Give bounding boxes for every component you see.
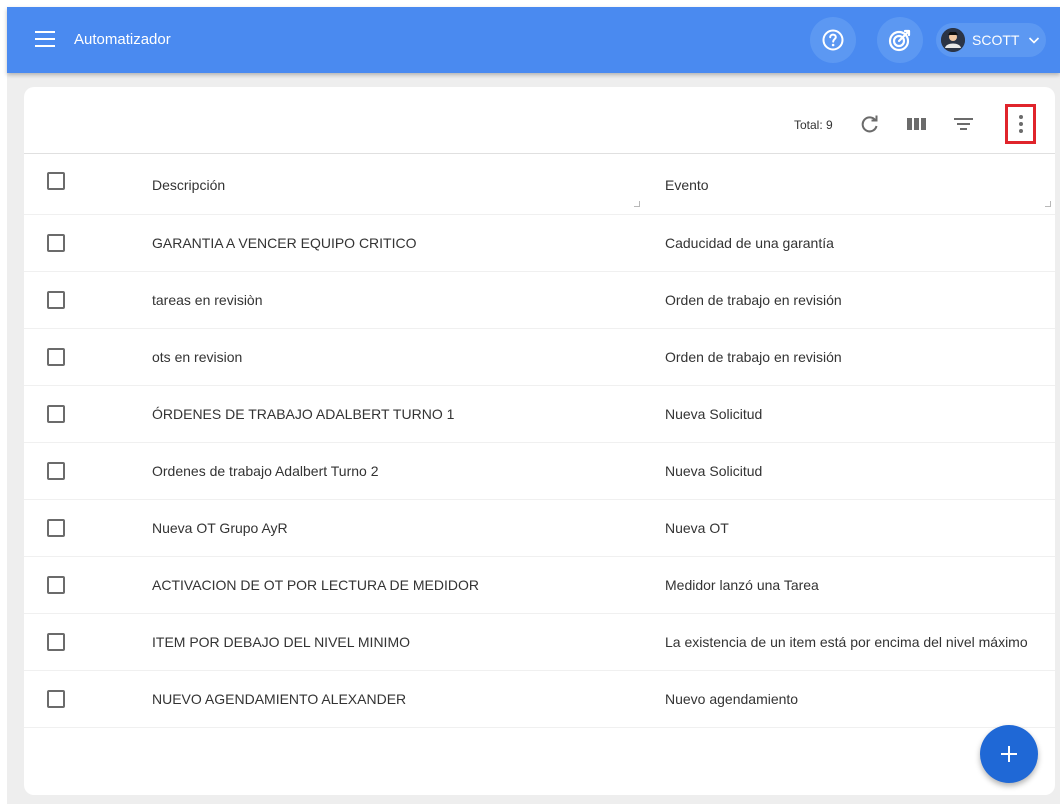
row-description: GARANTIA A VENCER EQUIPO CRITICO	[152, 235, 417, 251]
row-event: Medidor lanzó una Tarea	[665, 577, 819, 593]
row-checkbox[interactable]	[47, 348, 65, 366]
row-description: ÓRDENES DE TRABAJO ADALBERT TURNO 1	[152, 406, 455, 422]
row-description: ACTIVACION DE OT POR LECTURA DE MEDIDOR	[152, 577, 479, 593]
row-event: La existencia de un item está por encima…	[665, 634, 1028, 650]
add-automation-button[interactable]	[980, 725, 1038, 783]
hamburger-menu-icon[interactable]	[35, 31, 55, 47]
table-row[interactable]: GARANTIA A VENCER EQUIPO CRITICO Caducid…	[24, 215, 1055, 272]
columns-button[interactable]	[904, 111, 930, 137]
row-description: ots en revision	[152, 349, 243, 365]
column-resize-handle[interactable]	[1045, 201, 1051, 207]
table-row[interactable]: ÓRDENES DE TRABAJO ADALBERT TURNO 1 Nuev…	[24, 386, 1055, 443]
row-checkbox[interactable]	[47, 405, 65, 423]
help-button[interactable]	[810, 17, 856, 63]
refresh-icon	[861, 115, 878, 133]
row-event: Nueva Solicitud	[665, 463, 763, 479]
goals-button[interactable]	[877, 17, 923, 63]
user-menu-button[interactable]: SCOTT	[936, 23, 1046, 57]
row-checkbox[interactable]	[47, 690, 65, 708]
row-event: Nuevo agendamiento	[665, 691, 799, 707]
table-row[interactable]: ITEM POR DEBAJO DEL NIVEL MINIMO La exis…	[24, 614, 1055, 671]
app-root: Automatizador SCOTT Total: 9 Descripción…	[0, 0, 1060, 804]
filter-icon	[954, 118, 973, 130]
row-checkbox[interactable]	[47, 633, 65, 651]
table-header-row: Descripción Evento	[24, 154, 1055, 215]
total-count: Total: 9	[794, 118, 833, 132]
table-row[interactable]: NUEVO AGENDAMIENTO ALEXANDER Nuevo agend…	[24, 671, 1055, 728]
table-row[interactable]: ots en revision Orden de trabajo en revi…	[24, 329, 1055, 386]
table-toolbar: Total: 9	[24, 87, 1055, 154]
column-header-event[interactable]: Evento	[665, 177, 709, 193]
row-description: NUEVO AGENDAMIENTO ALEXANDER	[152, 691, 407, 707]
refresh-button[interactable]	[857, 111, 883, 137]
user-name: SCOTT	[972, 32, 1020, 48]
automations-table: Descripción Evento GARANTIA A VENCER EQU…	[24, 154, 1055, 728]
row-checkbox[interactable]	[47, 576, 65, 594]
help-circle-icon	[822, 29, 844, 51]
row-event: Nueva Solicitud	[665, 406, 763, 422]
automations-card: Total: 9 Descripción Evento GARANTIA A V…	[24, 87, 1055, 795]
app-frame: Automatizador SCOTT Total: 9 Descripción…	[7, 7, 1060, 804]
user-avatar-icon	[941, 28, 965, 52]
select-all-checkbox[interactable]	[47, 172, 65, 190]
add-icon	[1001, 746, 1017, 762]
row-description: Nueva OT Grupo AyR	[152, 520, 288, 536]
row-description: tareas en revisiòn	[152, 292, 263, 308]
row-checkbox[interactable]	[47, 519, 65, 537]
chevron-down-icon	[1028, 37, 1040, 44]
row-description: Ordenes de trabajo Adalbert Turno 2	[152, 463, 379, 479]
table-row[interactable]: tareas en revisiòn Orden de trabajo en r…	[24, 272, 1055, 329]
row-checkbox[interactable]	[47, 462, 65, 480]
target-icon	[888, 29, 911, 52]
filter-button[interactable]	[951, 111, 977, 137]
table-row[interactable]: Nueva OT Grupo AyR Nueva OT	[24, 500, 1055, 557]
row-event: Caducidad de una garantía	[665, 235, 834, 251]
page-title: Automatizador	[74, 31, 171, 48]
row-checkbox[interactable]	[47, 291, 65, 309]
table-row[interactable]: ACTIVACION DE OT POR LECTURA DE MEDIDOR …	[24, 557, 1055, 614]
column-resize-handle[interactable]	[634, 201, 640, 207]
row-event: Nueva OT	[665, 520, 729, 536]
row-event: Orden de trabajo en revisión	[665, 292, 842, 308]
row-event: Orden de trabajo en revisión	[665, 349, 842, 365]
view-columns-icon	[907, 118, 926, 130]
row-description: ITEM POR DEBAJO DEL NIVEL MINIMO	[152, 634, 411, 650]
row-checkbox[interactable]	[47, 234, 65, 252]
column-header-description[interactable]: Descripción	[152, 177, 225, 193]
table-row[interactable]: Ordenes de trabajo Adalbert Turno 2 Nuev…	[24, 443, 1055, 500]
top-app-bar: Automatizador SCOTT	[7, 7, 1060, 73]
more-options-button[interactable]	[1005, 104, 1036, 144]
